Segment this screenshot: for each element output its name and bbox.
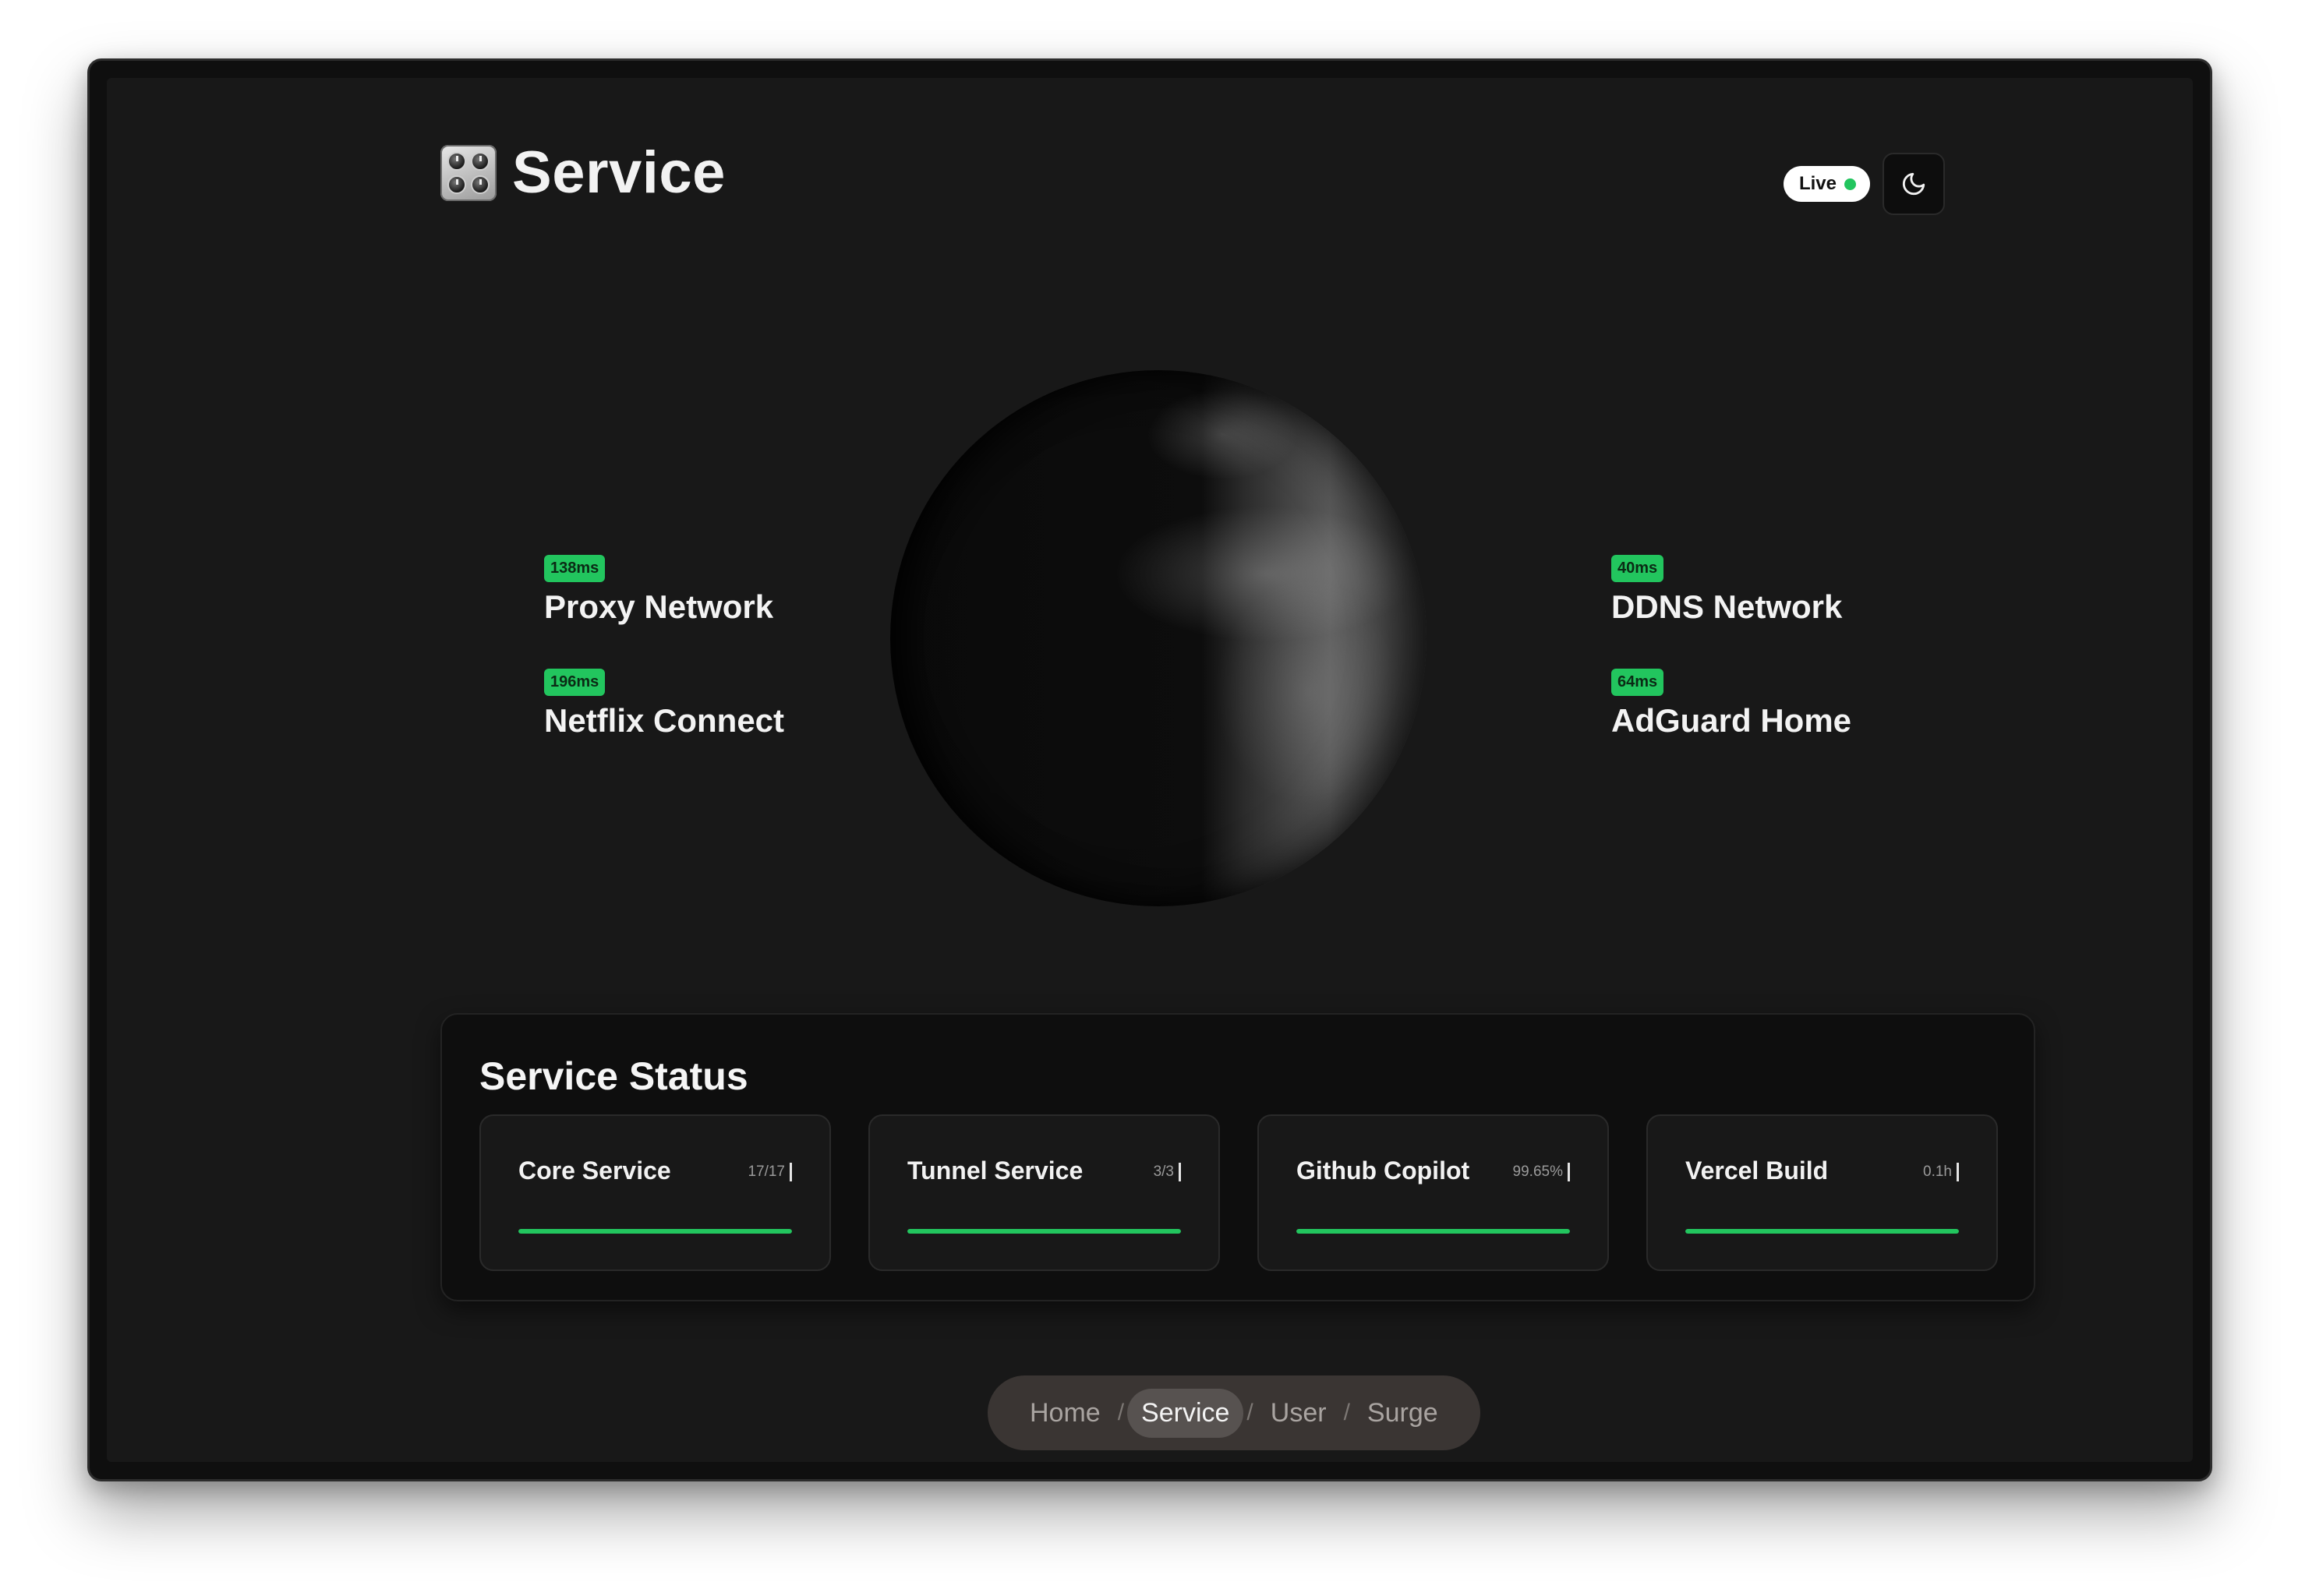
card-title: Tunnel Service — [907, 1156, 1084, 1185]
nav-item-home[interactable]: Home — [1016, 1389, 1115, 1438]
service-status-panel: Service Status Core Service 17/17 Tunnel… — [440, 1013, 2035, 1301]
node-ddns-network[interactable]: 40ms DDNS Network — [1611, 555, 1842, 626]
status-card-core-service[interactable]: Core Service 17/17 — [479, 1114, 831, 1271]
card-title: Core Service — [518, 1156, 671, 1185]
live-indicator-dot — [1844, 178, 1856, 190]
node-label: Netflix Connect — [544, 702, 785, 739]
card-meta: 0.1h — [1923, 1163, 1959, 1181]
header-actions: Live — [1783, 153, 1945, 215]
status-progress-bar — [907, 1229, 1181, 1234]
uptime-bar — [1957, 1163, 1959, 1181]
latency-badge: 64ms — [1611, 669, 1664, 696]
nav-item-service[interactable]: Service — [1127, 1388, 1244, 1438]
status-card-tunnel-service[interactable]: Tunnel Service 3/3 — [868, 1114, 1220, 1271]
node-proxy-network[interactable]: 138ms Proxy Network — [544, 555, 773, 626]
theme-toggle-button[interactable] — [1883, 153, 1945, 215]
card-meta: 99.65% — [1513, 1163, 1570, 1181]
latency-badge: 138ms — [544, 555, 606, 582]
card-title: Vercel Build — [1685, 1156, 1829, 1185]
node-label: AdGuard Home — [1611, 702, 1852, 739]
nav-item-user[interactable]: User — [1257, 1389, 1341, 1438]
latency-badge: 40ms — [1611, 555, 1664, 582]
uptime-bar — [1568, 1163, 1570, 1181]
status-progress-bar — [518, 1229, 792, 1234]
nav-item-surge[interactable]: Surge — [1353, 1389, 1452, 1438]
status-card-vercel-build[interactable]: Vercel Build 0.1h — [1646, 1114, 1998, 1271]
nav-separator: / — [1117, 1400, 1125, 1425]
moon-icon — [1902, 172, 1925, 196]
uptime-bar — [1179, 1163, 1181, 1181]
card-meta-value: 17/17 — [748, 1163, 785, 1180]
progress-fill — [1685, 1229, 1959, 1234]
status-progress-bar — [1685, 1229, 1959, 1234]
card-meta-value: 99.65% — [1512, 1163, 1563, 1180]
card-meta-value: 3/3 — [1153, 1163, 1174, 1180]
live-status-badge: Live — [1783, 166, 1870, 202]
card-meta: 3/3 — [1154, 1163, 1181, 1181]
uptime-bar — [790, 1163, 792, 1181]
nav-separator: / — [1343, 1400, 1350, 1425]
node-label: DDNS Network — [1611, 588, 1843, 625]
status-progress-bar — [1296, 1229, 1570, 1234]
status-card-github-copilot[interactable]: Github Copilot 99.65% — [1257, 1114, 1609, 1271]
status-cards: Core Service 17/17 Tunnel Service 3/3 Gi… — [479, 1114, 1998, 1271]
progress-fill — [1296, 1229, 1570, 1234]
card-title: Github Copilot — [1296, 1156, 1470, 1185]
card-meta: 17/17 — [748, 1163, 792, 1181]
earth-globe[interactable] — [890, 370, 1427, 906]
device-frame: Service Live 138ms Proxy Network 196ms N… — [87, 58, 2212, 1481]
progress-fill — [907, 1229, 1181, 1234]
nav-separator: / — [1246, 1400, 1253, 1425]
control-knobs-icon — [440, 144, 497, 201]
node-netflix-connect[interactable]: 196ms Netflix Connect — [544, 669, 784, 740]
section-title: Service Status — [479, 1054, 748, 1098]
node-label: Proxy Network — [544, 588, 774, 625]
latency-badge: 196ms — [544, 669, 606, 696]
card-meta-value: 0.1h — [1923, 1163, 1952, 1180]
app-screen: Service Live 138ms Proxy Network 196ms N… — [107, 78, 2193, 1462]
page-title: Service — [512, 139, 726, 206]
live-label: Live — [1798, 173, 1837, 194]
progress-fill — [518, 1229, 792, 1234]
brand: Service — [440, 139, 726, 207]
bottom-navigation: Home / Service / User / Surge — [988, 1375, 1480, 1450]
node-adguard-home[interactable]: 64ms AdGuard Home — [1611, 669, 1851, 740]
